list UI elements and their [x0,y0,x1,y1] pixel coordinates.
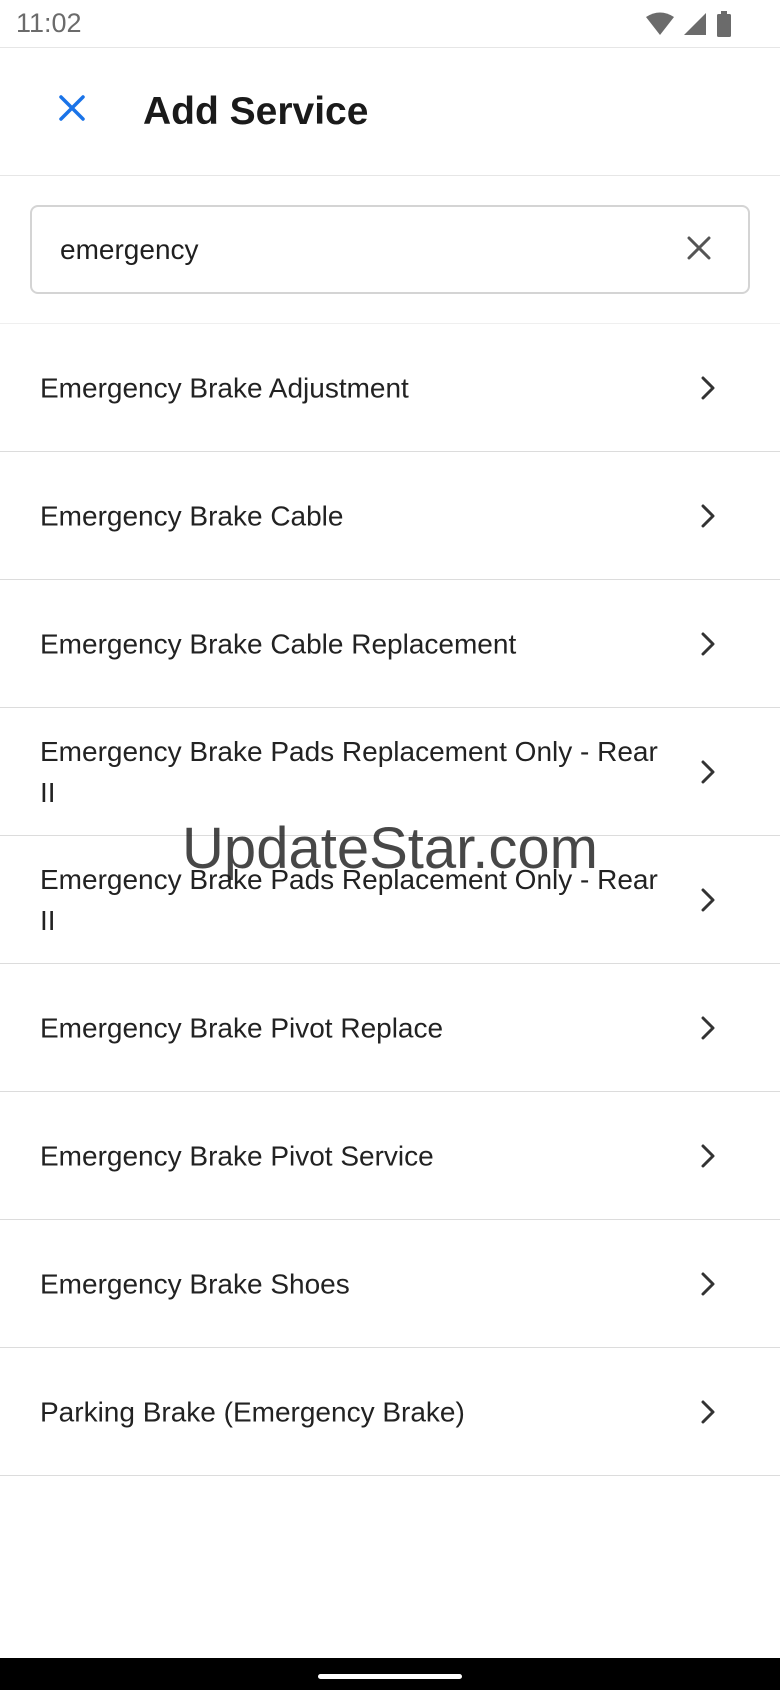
list-item-label: Emergency Brake Cable [40,500,344,531]
status-bar: 11:02 [0,0,780,48]
list-item-label: Parking Brake (Emergency Brake) [40,1396,465,1427]
list-item[interactable]: Emergency Brake Shoes [0,1220,780,1348]
chevron-right-icon [696,1141,720,1171]
chevron-right-icon [696,629,720,659]
navigation-bar [0,1658,780,1690]
cellular-signal-icon [682,12,708,41]
list-item-label: Emergency Brake Adjustment [40,372,409,403]
chevron-right-icon [696,1269,720,1299]
close-button[interactable] [50,88,94,132]
chevron-right-icon [696,501,720,531]
search-input[interactable] [60,207,660,292]
chevron-right-icon [696,1397,720,1427]
close-icon [58,94,86,127]
list-item-label: Emergency Brake Pads Replacement Only - … [40,735,658,808]
search-section [0,176,780,324]
list-item-label: Emergency Brake Pivot Service [40,1140,434,1171]
list-item[interactable]: Emergency Brake Pads Replacement Only - … [0,836,780,964]
list-item[interactable]: Parking Brake (Emergency Brake) [0,1348,780,1476]
clear-search-button[interactable] [680,231,718,269]
list-item[interactable]: Emergency Brake Pads Replacement Only - … [0,708,780,836]
chevron-right-icon [696,373,720,403]
chevron-right-icon [696,757,720,787]
app-bar: Add Service [0,48,780,176]
search-box [30,205,750,294]
list-item[interactable]: Emergency Brake Pivot Replace [0,964,780,1092]
clear-icon [687,236,711,265]
list-item-label: Emergency Brake Cable Replacement [40,628,517,659]
list-item-label: Emergency Brake Pads Replacement Only - … [40,863,658,936]
chevron-right-icon [696,1013,720,1043]
list-item-label: Emergency Brake Pivot Replace [40,1012,444,1043]
home-indicator[interactable] [318,1674,462,1679]
list-item-label: Emergency Brake Shoes [40,1268,350,1299]
page-title: Add Service [143,90,369,133]
list-item[interactable]: Emergency Brake Pivot Service [0,1092,780,1220]
list-item[interactable]: Emergency Brake Adjustment [0,324,780,452]
status-icons [646,11,732,42]
list-item[interactable]: Emergency Brake Cable [0,452,780,580]
status-time: 11:02 [16,8,82,38]
chevron-right-icon [696,885,720,915]
wifi-icon [646,12,674,41]
list-item[interactable]: Emergency Brake Cable Replacement [0,580,780,708]
results-list: Emergency Brake Adjustment Emergency Bra… [0,324,780,1476]
battery-icon [716,11,732,42]
